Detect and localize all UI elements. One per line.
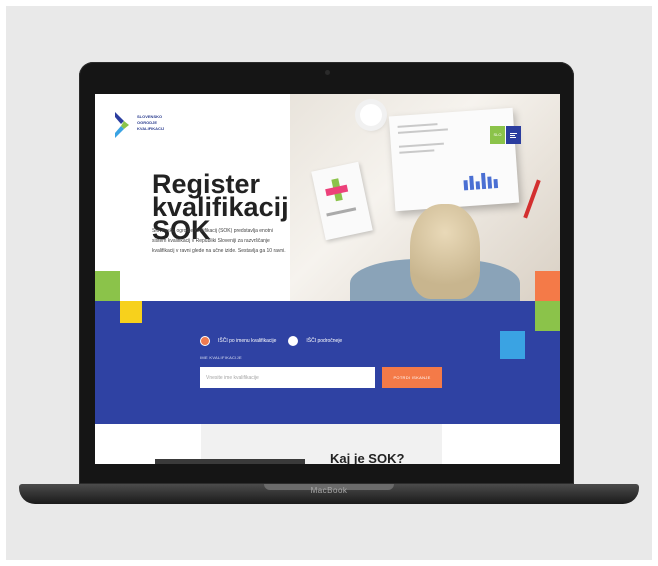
camera-icon bbox=[325, 70, 330, 75]
menu-button[interactable] bbox=[506, 126, 521, 144]
language-button[interactable]: SLO bbox=[490, 126, 505, 144]
about-image bbox=[155, 459, 305, 464]
decor-square-orange-right bbox=[535, 271, 560, 301]
qualification-search-input[interactable] bbox=[200, 367, 375, 388]
decor-square-green-left bbox=[95, 271, 120, 301]
radio-by-name[interactable] bbox=[200, 336, 210, 346]
radio-by-field-label[interactable]: IŠČI področneje bbox=[306, 338, 342, 344]
about-panel bbox=[201, 424, 442, 464]
about-section: Kaj je SOK? bbox=[95, 424, 560, 464]
hero-section: SLOVENSKO OGRODJE KVALIFIKACIJ Register … bbox=[95, 94, 560, 301]
logo-text: SLOVENSKO OGRODJE KVALIFIKACIJ bbox=[137, 114, 165, 131]
about-title: Kaj je SOK? bbox=[330, 451, 405, 464]
search-mode-options: IŠČI po imenu kvalifikacije IŠČI področn… bbox=[200, 336, 346, 346]
search-band: IŠČI po imenu kvalifikacije IŠČI področn… bbox=[95, 301, 560, 424]
laptop-screen: SLOVENSKO OGRODJE KVALIFIKACIJ Register … bbox=[95, 94, 560, 464]
sok-logo-icon bbox=[115, 112, 129, 138]
radio-by-field[interactable] bbox=[288, 336, 299, 346]
qualification-name-label: IME KVALIFIKACIJE bbox=[200, 355, 242, 360]
hero-description: Slovensko ogrodje kvalifikacij (SOK) pre… bbox=[152, 228, 286, 254]
decor-square-blue bbox=[95, 301, 120, 319]
coffee-cup bbox=[360, 104, 382, 126]
brochure bbox=[311, 161, 373, 241]
macbook-label: MacBook bbox=[310, 486, 348, 495]
pen bbox=[523, 179, 541, 219]
radio-by-name-label[interactable]: IŠČI po imenu kvalifikacije bbox=[218, 338, 276, 344]
person-head bbox=[410, 204, 480, 299]
decor-square-lightblue bbox=[500, 331, 525, 359]
open-book bbox=[388, 107, 520, 212]
hamburger-icon bbox=[510, 133, 517, 134]
confirm-search-button[interactable]: POTRDI ISKANJE bbox=[382, 367, 442, 388]
decor-square-green-right bbox=[535, 301, 560, 331]
decor-square-yellow bbox=[120, 301, 142, 323]
